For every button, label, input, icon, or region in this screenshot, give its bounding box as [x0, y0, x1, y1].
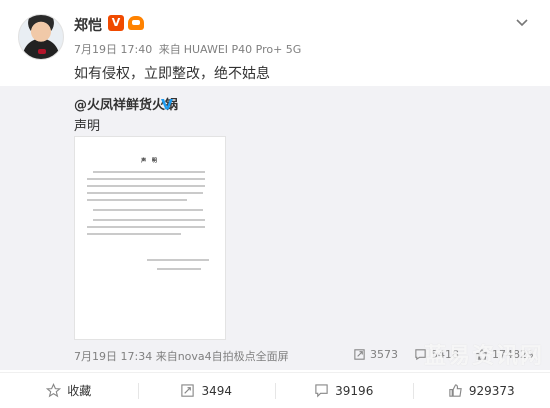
chevron-down-icon[interactable]	[514, 14, 530, 30]
author-name[interactable]: 郑恺	[74, 15, 102, 35]
statement-image[interactable]: 声 明	[74, 136, 226, 340]
repost-time[interactable]: 7月19日 17:34	[74, 350, 152, 363]
repost-stats: 3573 5418 174829	[337, 346, 534, 362]
repost-comment-count[interactable]: 5418	[414, 348, 459, 361]
comment-icon	[415, 348, 426, 360]
post-source: HUAWEI P40 Pro+ 5G	[183, 43, 302, 56]
repost-source-prefix: 来自	[155, 350, 178, 363]
source-prefix: 来自	[158, 43, 181, 56]
weibo-post: 郑恺 V 7月19日 17:40 来自 HUAWEI P40 Pro+ 5G 如有…	[0, 0, 550, 408]
repost-like-count[interactable]: 174829	[475, 348, 534, 361]
post-time[interactable]: 7月19日 17:40	[74, 43, 152, 56]
repost-text: 声明	[74, 119, 101, 134]
repost-meta: 7月19日 17:34 来自nova4自拍极点全面屏	[74, 348, 289, 364]
repost-source: nova4自拍极点全面屏	[177, 350, 289, 363]
member-crown-icon[interactable]	[127, 14, 145, 31]
thumbs-up-icon	[449, 384, 462, 397]
repost-forward-count[interactable]: 3573	[353, 348, 398, 361]
forward-button[interactable]: 3494	[137, 373, 276, 408]
action-bar: 收藏 3494 39196 929373	[0, 372, 550, 408]
author-avatar[interactable]	[18, 14, 64, 60]
comment-icon	[315, 384, 328, 398]
thumbs-up-icon	[476, 348, 487, 360]
comment-button[interactable]: 39196	[275, 373, 413, 408]
post-meta: 7月19日 17:40 来自 HUAWEI P40 Pro+ 5G	[74, 41, 304, 57]
favorite-button[interactable]: 收藏	[0, 373, 138, 408]
doc-title: 声 明	[141, 158, 159, 164]
blue-verified-icon	[160, 96, 174, 110]
reposted-content: @火凤祥鲜货火锅 声明 声 明 7月19日 17:34 来自nova4自拍极点全…	[0, 86, 550, 370]
post-text: 如有侵权，立即整改，绝不姑息	[74, 66, 270, 82]
like-button[interactable]: 929373	[412, 373, 550, 408]
vip-verified-icon[interactable]: V	[108, 15, 124, 31]
star-icon	[46, 383, 62, 398]
share-icon	[354, 348, 365, 360]
share-icon	[181, 384, 195, 397]
